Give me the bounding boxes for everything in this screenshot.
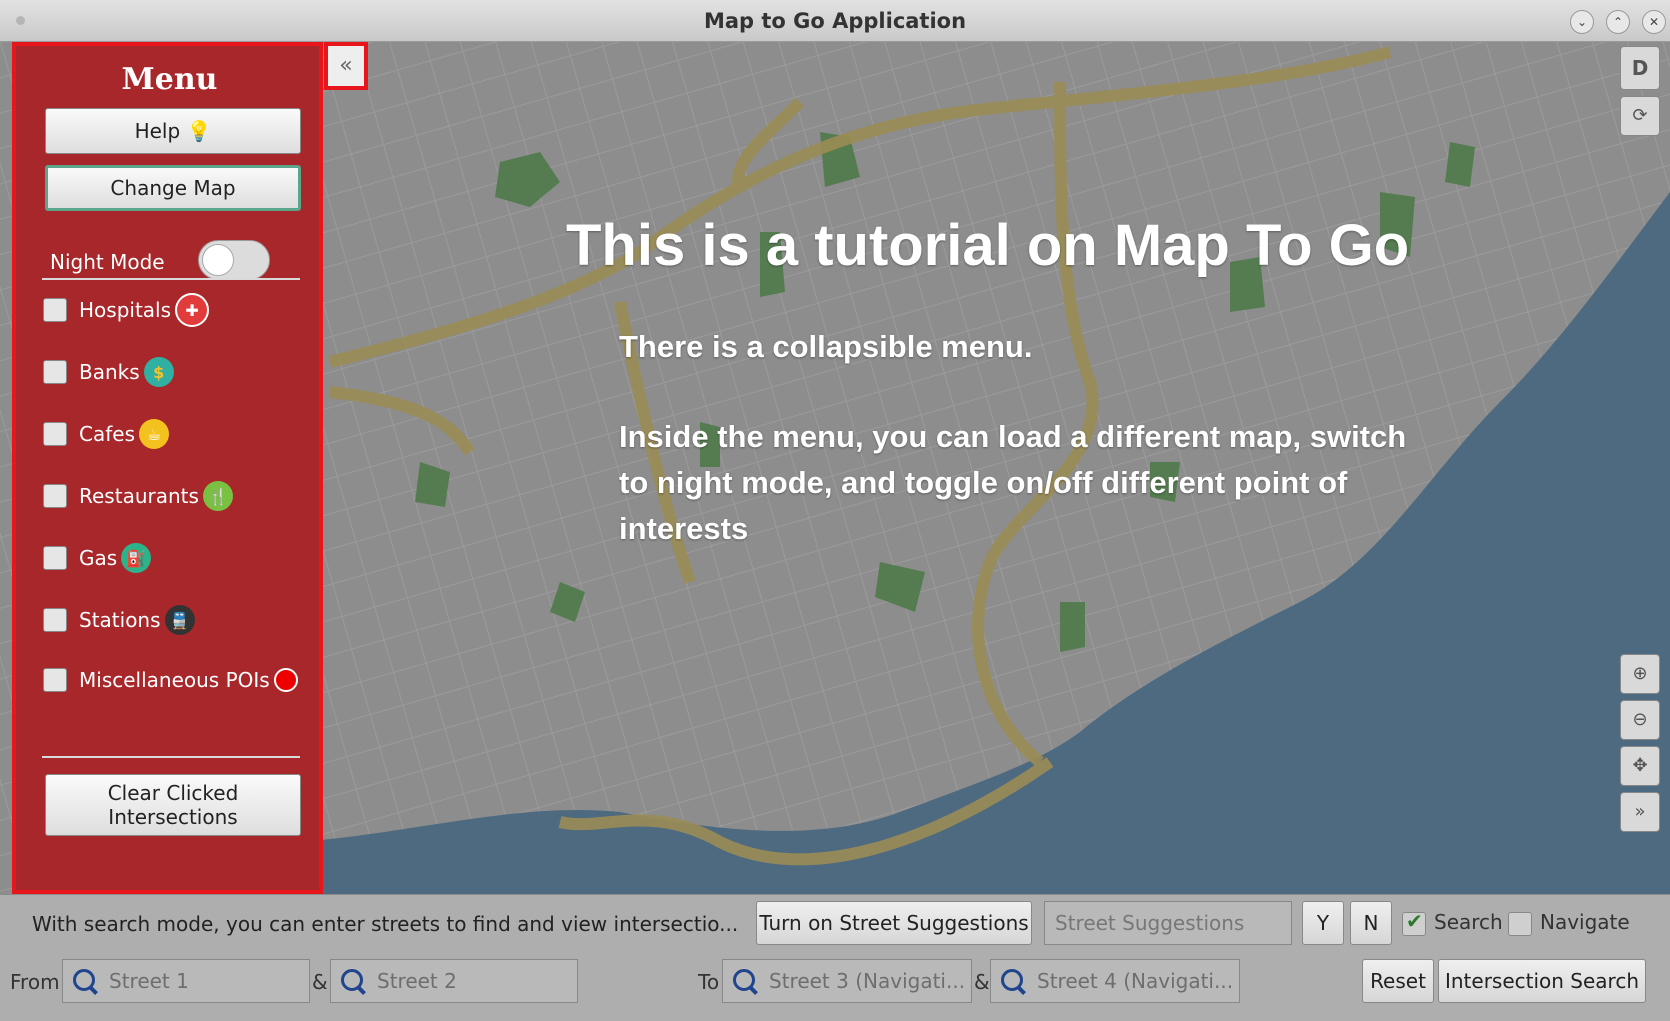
poi-restaurants[interactable]: Restaurants 🍴 (43, 480, 233, 512)
bank-icon: $ (143, 357, 174, 387)
poi-cafes[interactable]: Cafes ☕ (43, 418, 169, 450)
search-icon (1001, 969, 1023, 991)
poi-miscellaneous[interactable]: Miscellaneous POIs (43, 664, 298, 696)
poi-stations[interactable]: Stations 🚆 (43, 604, 195, 636)
street-2-input[interactable]: Street 2 (330, 959, 578, 1003)
night-mode-label: Night Mode (50, 250, 165, 274)
intersection-search-button[interactable]: Intersection Search (1438, 959, 1646, 1003)
checkbox[interactable] (43, 668, 67, 692)
poi-label: Miscellaneous POIs (79, 668, 270, 692)
yes-button[interactable]: Y (1302, 901, 1344, 945)
checkbox[interactable] (43, 546, 67, 570)
search-icon (341, 969, 363, 991)
side-menu: Menu Help 💡 Change Map Night Mode Hospit… (12, 42, 323, 894)
no-button[interactable]: N (1350, 901, 1392, 945)
zoom-out-icon[interactable]: ⊖ (1620, 700, 1660, 740)
checkbox[interactable] (43, 608, 67, 632)
search-icon (73, 969, 95, 991)
clear-label-line1: Clear Clicked (107, 781, 239, 805)
station-icon: 🚆 (164, 605, 195, 635)
checkmark-icon: ✔ (1406, 908, 1423, 933)
street-3-input[interactable]: Street 3 (Navigati... (722, 959, 972, 1003)
search-label: Search (1434, 910, 1503, 934)
checkbox[interactable] (43, 298, 67, 322)
night-mode-toggle[interactable] (198, 240, 270, 280)
help-button[interactable]: Help 💡 (45, 108, 301, 154)
minimize-icon[interactable]: ⌄ (1570, 10, 1594, 34)
tutorial-line-1: There is a collapsible menu. (619, 329, 1033, 364)
chevron-left-icon: « (339, 53, 353, 78)
ampersand-label: & (312, 970, 328, 994)
clear-label-line2: Intersections (108, 805, 238, 829)
window-title: Map to Go Application (703, 9, 967, 33)
lightbulb-icon: 💡 (186, 119, 212, 143)
poi-label: Cafes (79, 422, 135, 446)
hospital-icon: ✚ (175, 293, 210, 327)
gas-icon: ⛽ (121, 543, 152, 573)
zoom-in-icon[interactable]: ⊕ (1620, 654, 1660, 694)
poi-gas[interactable]: Gas ⛽ (43, 542, 152, 574)
window-titlebar: Map to Go Application ⌄ ⌃ ✕ (0, 0, 1670, 42)
collapse-menu-button[interactable]: « (324, 42, 368, 90)
street-4-input[interactable]: Street 4 (Navigati... (990, 959, 1240, 1003)
navigate-checkbox[interactable] (1508, 911, 1532, 936)
clear-intersections-button[interactable]: Clear Clicked Intersections (45, 774, 301, 836)
poi-label: Banks (79, 360, 140, 384)
poi-hospitals[interactable]: Hospitals ✚ (43, 293, 210, 327)
search-mode-option[interactable]: ✔ Search (1402, 908, 1503, 936)
tutorial-body: There is a collapsible menu. Inside the … (619, 324, 1419, 596)
menu-divider (42, 756, 300, 758)
bottom-toolbar: With search mode, you can enter streets … (0, 894, 1670, 1021)
maximize-icon[interactable]: ⌃ (1606, 10, 1630, 34)
menu-title: Menu (121, 62, 218, 97)
change-map-button[interactable]: Change Map (45, 165, 301, 211)
help-label: Help (134, 119, 181, 143)
search-info-text: With search mode, you can enter streets … (32, 912, 739, 936)
navigate-mode-option[interactable]: Navigate (1508, 910, 1630, 936)
d-button[interactable]: D (1620, 46, 1660, 90)
tutorial-line-2: Inside the menu, you can load a differen… (619, 419, 1407, 546)
close-icon[interactable]: ✕ (1642, 10, 1666, 34)
checkbox[interactable] (43, 360, 67, 384)
cafe-icon: ☕ (139, 419, 169, 449)
restaurant-icon: 🍴 (202, 481, 233, 511)
navigate-label: Navigate (1540, 910, 1630, 934)
pan-icon[interactable]: ✥ (1620, 746, 1660, 786)
to-label: To (698, 970, 720, 994)
checkbox[interactable] (43, 422, 67, 446)
checkbox[interactable] (43, 484, 67, 508)
toggle-knob (202, 244, 234, 276)
ampersand-label: & (974, 970, 990, 994)
tutorial-heading: This is a tutorial on Map To Go (566, 213, 1410, 278)
reset-button[interactable]: Reset (1362, 959, 1434, 1003)
poi-banks[interactable]: Banks $ (43, 356, 174, 388)
menu-divider (42, 278, 300, 280)
search-icon (733, 969, 755, 991)
expand-panel-icon[interactable]: » (1620, 792, 1660, 832)
from-label: From (10, 970, 60, 994)
street-suggestions-button[interactable]: Turn on Street Suggestions (756, 901, 1032, 945)
poi-label: Hospitals (79, 298, 172, 322)
poi-label: Restaurants (79, 484, 199, 508)
poi-label: Gas (79, 546, 118, 570)
street-1-input[interactable]: Street 1 (62, 959, 310, 1003)
rotate-icon[interactable]: ⟳ (1620, 96, 1660, 136)
misc-poi-icon (273, 668, 298, 692)
search-checkbox[interactable]: ✔ (1402, 908, 1426, 936)
street-suggestions-field[interactable]: Street Suggestions (1044, 901, 1292, 945)
poi-label: Stations (79, 608, 161, 632)
